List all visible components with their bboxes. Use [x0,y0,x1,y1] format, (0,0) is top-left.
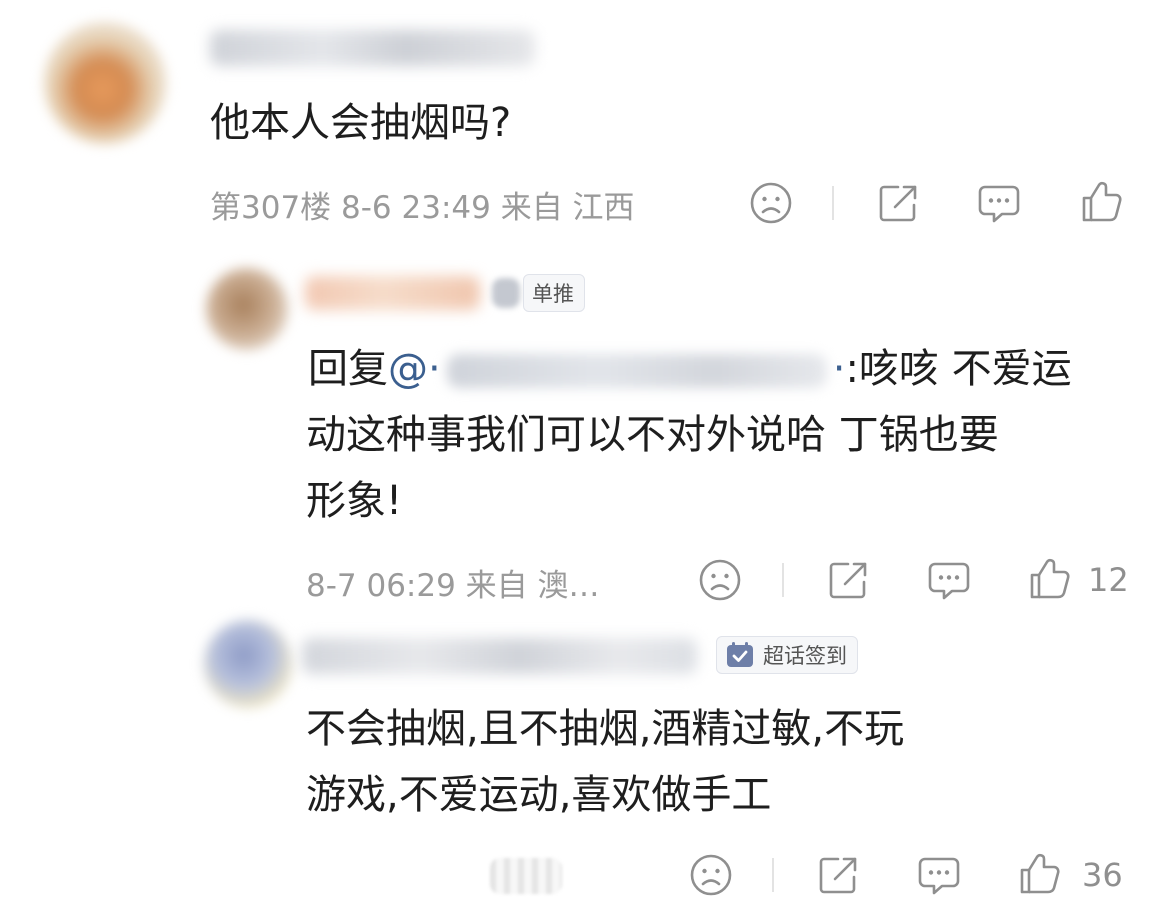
comment-text: 他本人会抽烟吗? [210,100,512,146]
reply-text-line3: 形象! [306,478,403,524]
status-badge[interactable]: 单推 [523,274,585,312]
share-icon[interactable] [826,558,870,602]
reply-text-line1: 不会抽烟,且不抽烟,酒精过敏,不玩 [306,706,905,752]
comment-meta: 第307楼 8-6 23:49 来自 江西 [210,190,635,226]
reply-username-blurred[interactable] [305,276,480,310]
action-divider [772,858,774,892]
status-badge[interactable]: 超话签到 [716,636,858,674]
checkin-icon [725,641,755,669]
like-count: 36 [1082,856,1123,894]
reply-text-line2: 动这种事我们可以不对外说哈 丁锅也要 [306,412,999,458]
reply-user-icon-blurred [492,278,520,308]
share-icon[interactable] [876,181,920,225]
comment-icon[interactable] [976,182,1022,226]
username-blurred[interactable] [210,30,535,66]
mention-name-blurred [446,354,827,388]
reply-text-line1: 回复@· ·:咳咳 不爱运 [308,346,1072,392]
share-icon[interactable] [816,853,860,897]
sad-face-icon[interactable] [749,181,793,225]
reply-mention[interactable]: @· · [388,346,845,392]
reply-avatar[interactable] [204,620,292,708]
action-divider [782,563,784,597]
thumbs-up-icon[interactable] [1080,179,1124,225]
comment-icon[interactable] [926,559,972,603]
thumbs-up-icon[interactable] [1028,556,1072,602]
reply-avatar[interactable] [206,268,288,350]
sad-face-icon[interactable] [698,558,742,602]
thumbs-up-icon[interactable] [1018,851,1062,897]
reply-meta: 8-7 06:29 来自 澳… [306,568,600,604]
avatar[interactable] [44,22,166,144]
reply-text-line2: 游戏,不爱运动,喜欢做手工 [306,772,772,818]
reply-username-blurred[interactable] [302,638,697,674]
sad-face-icon[interactable] [689,853,733,897]
comment-thread: 他本人会抽烟吗? 第307楼 8-6 23:49 来自 江西 单推 回复@· ·:… [0,0,1170,908]
action-divider [832,186,834,220]
like-count: 12 [1088,561,1129,599]
image-artifact [490,858,562,894]
comment-icon[interactable] [916,854,962,898]
